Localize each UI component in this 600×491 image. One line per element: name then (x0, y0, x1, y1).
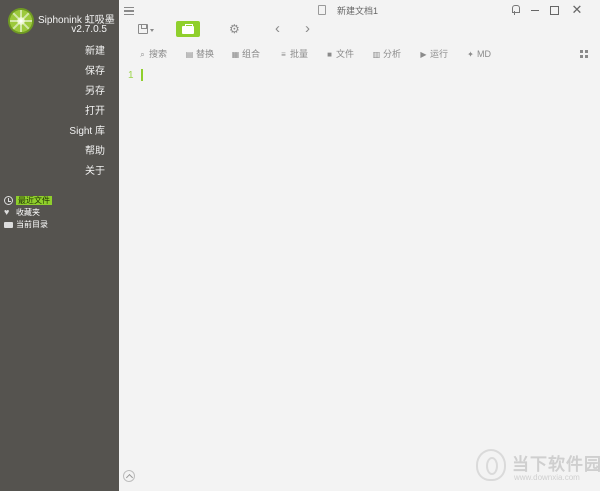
batch-tool-button[interactable]: ≡ 批量 (279, 49, 308, 61)
document-icon (318, 5, 326, 15)
settings-icon[interactable]: ⚙ (229, 23, 240, 35)
file-tool-label: 文件 (336, 49, 355, 59)
combine-tool-label: 组合 (242, 49, 261, 59)
pin-window-button[interactable] (508, 3, 522, 17)
replace-tool-button[interactable]: ▤ 替换 (185, 49, 214, 61)
chart-icon: ▥ (372, 50, 381, 59)
replace-tool-label: 替换 (196, 49, 215, 59)
line-number: 1 (128, 70, 134, 81)
minimize-button[interactable] (528, 3, 542, 17)
forward-arrow-icon[interactable]: › (305, 21, 310, 36)
analyze-tool-label: 分析 (383, 49, 402, 59)
sidebar-item-save-as[interactable]: 另存 (69, 83, 105, 103)
run-tool-label: 运行 (430, 49, 449, 59)
batch-icon: ≡ (281, 50, 286, 59)
watermark: 当下软件园 www.downxia.com (476, 447, 600, 485)
folder-icon: ■ (327, 50, 332, 59)
combine-tool-button[interactable]: ▦ 组合 (231, 49, 260, 61)
markdown-icon: ✦ (467, 50, 474, 59)
toolbox-button[interactable] (176, 21, 200, 37)
recent-files-label: 最近文件 (16, 196, 52, 205)
watermark-logo-icon (476, 449, 506, 481)
folder-icon (4, 222, 13, 228)
combine-icon: ▦ (231, 50, 240, 59)
sidebar-item-open[interactable]: 打开 (69, 103, 105, 123)
text-cursor (141, 69, 143, 81)
save-dropdown-icon[interactable] (150, 29, 154, 32)
hamburger-menu-icon[interactable] (124, 7, 134, 15)
close-button[interactable]: ✕ (570, 3, 584, 17)
sidebar-item-save[interactable]: 保存 (69, 63, 105, 83)
sidebar-item-help[interactable]: 帮助 (69, 143, 105, 163)
play-icon: ▶ (420, 50, 427, 59)
watermark-name: 当下软件园 (512, 455, 600, 474)
file-category-list: 最近文件 ♥ 收藏夹 当前目录 (4, 195, 52, 231)
heart-icon: ♥ (4, 207, 10, 217)
search-icon: ⌕ (140, 50, 145, 59)
watermark-url: www.downxia.com (514, 473, 580, 482)
favorites-label: 收藏夹 (16, 208, 40, 217)
batch-tool-label: 批量 (290, 49, 309, 59)
markdown-tool-label: MD (477, 49, 491, 59)
search-tool-button[interactable]: ⌕ 搜索 (138, 49, 167, 61)
sidebar-item-about[interactable]: 关于 (69, 163, 105, 183)
maximize-button[interactable] (547, 3, 561, 17)
sidebar: Siphonink 虹吸墨 v2.7.0.5 新建 保存 另存 打开 Sight… (0, 0, 119, 491)
document-title: 新建文档1 (337, 6, 379, 16)
analyze-tool-button[interactable]: ▥ 分析 (372, 49, 401, 61)
back-arrow-icon[interactable]: ‹ (275, 21, 280, 36)
collapse-toggle-icon[interactable] (123, 470, 135, 482)
save-icon[interactable] (138, 24, 148, 34)
search-tool-label: 搜索 (149, 49, 168, 59)
file-tool-button[interactable]: ■ 文件 (325, 49, 354, 61)
text-editor[interactable]: 1 (120, 64, 600, 484)
grid-view-icon[interactable] (580, 50, 588, 58)
current-directory-item[interactable]: 当前目录 (4, 219, 52, 231)
replace-icon: ▤ (185, 50, 194, 59)
recent-files-item[interactable]: 最近文件 (4, 195, 52, 207)
sidebar-item-new[interactable]: 新建 (69, 43, 105, 63)
run-tool-button[interactable]: ▶ 运行 (419, 49, 448, 61)
markdown-tool-button[interactable]: ✦ MD (466, 49, 491, 61)
sidebar-item-sight-library[interactable]: Sight 库 (69, 123, 105, 143)
favorites-item[interactable]: ♥ 收藏夹 (4, 207, 52, 219)
app-version: v2.7.0.5 (71, 24, 107, 35)
sidebar-menu: 新建 保存 另存 打开 Sight 库 帮助 关于 (69, 43, 105, 183)
app-logo-icon (8, 8, 34, 34)
current-directory-label: 当前目录 (16, 220, 48, 229)
clock-icon (4, 196, 13, 205)
